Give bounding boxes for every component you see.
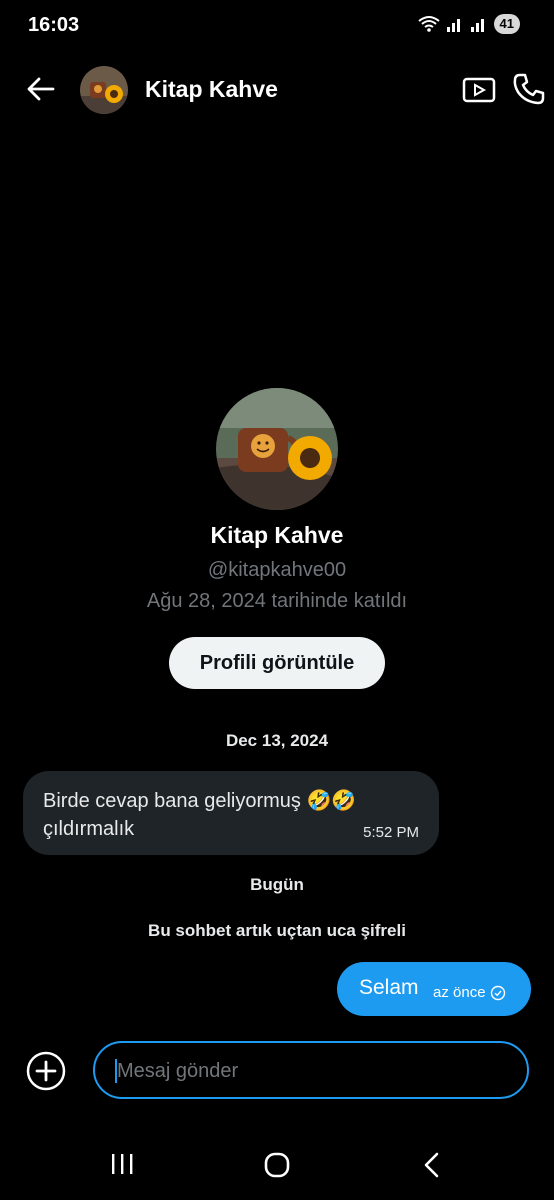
signal-icon: [446, 19, 460, 32]
date-separator: Dec 13, 2024: [225, 731, 329, 750]
header-contact-name[interactable]: Kitap Kahve: [145, 76, 278, 103]
wifi-icon: [417, 16, 440, 32]
read-check-icon: [490, 985, 505, 1000]
text-caret: [115, 1059, 117, 1083]
system-nav-bar: [0, 1140, 554, 1190]
profile-avatar-image: [216, 388, 338, 510]
signal-icon-2: [470, 19, 484, 32]
home-icon[interactable]: [263, 1151, 291, 1179]
message-input[interactable]: [115, 1056, 499, 1086]
nav-back-icon[interactable]: [420, 1151, 444, 1179]
profile-name: Kitap Kahve: [210, 522, 344, 548]
outgoing-message-text: Selam: [359, 976, 419, 999]
avatar[interactable]: [80, 66, 128, 114]
recent-apps-icon[interactable]: [108, 1152, 136, 1176]
video-call-icon[interactable]: [462, 74, 496, 106]
profile-joined-date: Ağu 28, 2024 tarihinde katıldı: [146, 590, 408, 612]
incoming-message-bubble[interactable]: Birde cevap bana geliyormuş 🤣🤣 çıldırmal…: [23, 771, 439, 855]
outgoing-message-bubble[interactable]: Selam az önce: [337, 962, 531, 1016]
outgoing-message-time: az önce: [433, 984, 486, 1001]
add-attachment-icon[interactable]: [26, 1051, 66, 1091]
phone-call-icon[interactable]: [512, 72, 546, 106]
view-profile-button[interactable]: Profili görüntüle: [169, 637, 385, 689]
profile-handle: @kitapkahve00: [207, 559, 347, 581]
battery-indicator: 41: [493, 14, 520, 34]
profile-avatar[interactable]: [216, 388, 338, 510]
status-time: 16:03: [28, 14, 80, 36]
back-arrow-icon[interactable]: [26, 74, 56, 104]
conversation-header: Kitap Kahve: [0, 60, 554, 120]
incoming-message-text: Birde cevap bana geliyormuş 🤣🤣 çıldırmal…: [43, 790, 357, 840]
status-bar: 16:03 41: [0, 0, 554, 50]
avatar-image: [80, 66, 128, 114]
encryption-notice: Bu sohbet artık uçtan uca şifreli: [148, 921, 406, 940]
outgoing-message-meta: az önce: [433, 984, 506, 1001]
status-icons: 41: [417, 14, 520, 34]
date-separator-today: Bugün: [250, 875, 304, 894]
incoming-message-time: 5:52 PM: [363, 824, 419, 841]
message-composer[interactable]: [93, 1041, 529, 1099]
